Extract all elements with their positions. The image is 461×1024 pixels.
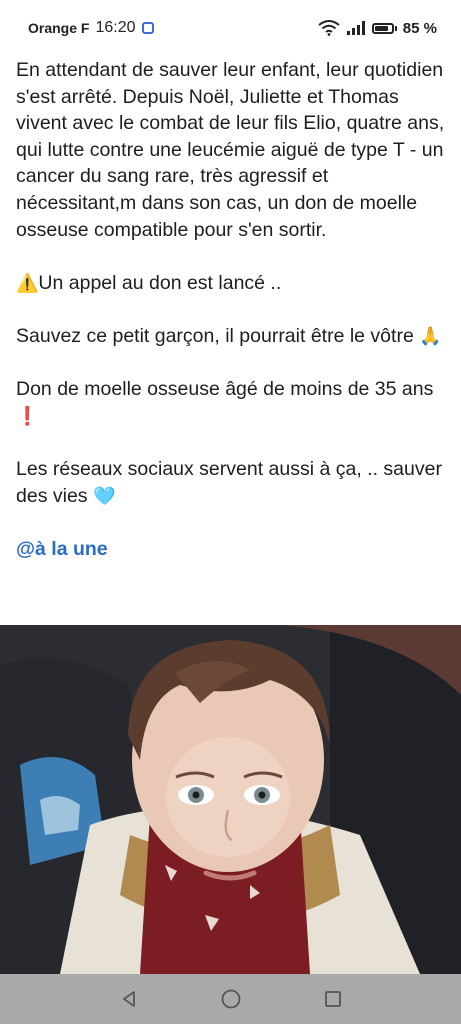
status-right: 85 % (318, 20, 437, 37)
status-left: Orange F 16:20 (28, 19, 154, 37)
home-icon (221, 989, 240, 1009)
wifi-icon (318, 20, 340, 36)
post-paragraph: ⚠️Un appel au don est lancé .. (16, 270, 446, 297)
recents-icon (324, 991, 341, 1007)
post-paragraph-text: Un appel au don est lancé .. (38, 271, 282, 294)
post-paragraph: Les réseaux sociaux servent aussi à ça, … (16, 456, 446, 509)
post-photo[interactable] (0, 625, 461, 974)
home-button[interactable] (216, 984, 246, 1014)
pray-emoji: 🙏 (419, 325, 442, 346)
heart-emoji: 🩵 (92, 485, 116, 506)
clock: 16:20 (95, 19, 136, 36)
post-body: En attendant de sauver leur enfant, leur… (16, 57, 446, 589)
carrier-name: Orange F (28, 20, 90, 36)
status-bar: Orange F 16:20 85 % (0, 0, 461, 56)
navigation-bar (0, 974, 461, 1024)
notification-icon (141, 22, 154, 34)
hashtag-link[interactable]: @à la une (16, 538, 108, 560)
signal-icon (346, 21, 365, 35)
post-paragraph: Sauvez ce petit garçon, il pourrait être… (16, 323, 446, 350)
post-paragraph: En attendant de sauver leur enfant, leur… (16, 59, 445, 241)
back-icon (122, 991, 135, 1007)
warning-emoji: ⚠️ (16, 272, 39, 293)
post-paragraph-text: Don de moelle osseuse âgé de moins de 35… (16, 378, 434, 401)
post-paragraph-text: Sauvez ce petit garçon, il pourrait être… (16, 324, 414, 347)
child-portrait-image (0, 625, 461, 974)
battery-percent: 85 % (402, 19, 437, 37)
back-button[interactable] (114, 984, 144, 1014)
battery-icon (371, 22, 397, 34)
post-paragraph: Don de moelle osseuse âgé de moins de 35… (16, 376, 446, 429)
post-paragraph: @à la une (16, 536, 446, 563)
recents-button[interactable] (318, 984, 348, 1014)
exclamation-emoji: ❗ (16, 405, 39, 426)
post-paragraph-text: Les réseaux sociaux servent aussi à ça, … (16, 457, 442, 507)
